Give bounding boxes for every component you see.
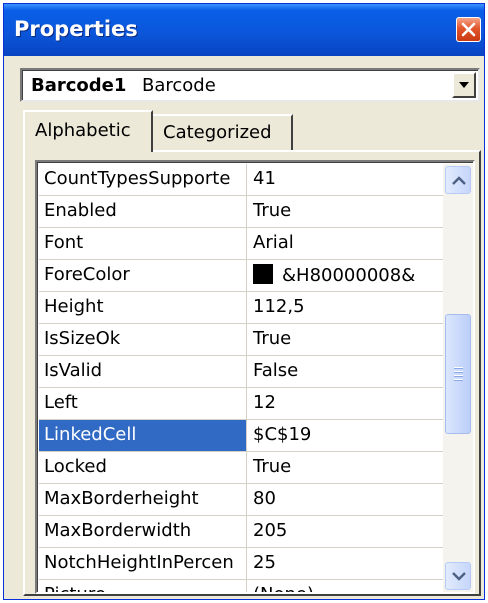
property-name[interactable]: LinkedCell xyxy=(39,420,247,451)
property-value[interactable]: True xyxy=(247,324,443,355)
chevron-down-icon xyxy=(459,82,469,88)
color-value-text: &H80000008& xyxy=(282,265,416,286)
property-row[interactable]: Left 12 xyxy=(39,388,443,420)
property-name[interactable]: Height xyxy=(39,292,247,323)
property-row[interactable]: Locked True xyxy=(39,452,443,484)
property-value[interactable]: Arial xyxy=(247,228,443,259)
object-selector[interactable]: Barcode1 Barcode xyxy=(20,68,480,102)
property-value[interactable]: 25 xyxy=(247,548,443,579)
property-name[interactable]: CountTypesSupporte xyxy=(39,164,247,195)
property-row[interactable]: Height 112,5 xyxy=(39,292,443,324)
property-name[interactable]: Enabled xyxy=(39,196,247,227)
property-value[interactable]: $C$19 xyxy=(247,420,443,451)
property-row[interactable]: ForeColor &H80000008& xyxy=(39,260,443,292)
property-value[interactable]: True xyxy=(247,196,443,227)
vertical-scrollbar[interactable] xyxy=(443,164,473,592)
property-name[interactable]: MaxBorderwidth xyxy=(39,516,247,547)
grip-line xyxy=(454,367,463,369)
scroll-thumb[interactable] xyxy=(445,314,471,434)
object-name: Barcode1 xyxy=(31,75,127,96)
dropdown-button[interactable] xyxy=(452,72,476,98)
title-bar[interactable]: Properties xyxy=(4,4,484,56)
property-grid: CountTypesSupporte 41 Enabled True Font … xyxy=(35,160,475,594)
property-row[interactable]: Enabled True xyxy=(39,196,443,228)
scroll-up-button[interactable] xyxy=(445,166,471,194)
property-value[interactable]: (None) xyxy=(247,580,443,592)
close-button[interactable] xyxy=(456,17,481,42)
property-row[interactable]: MaxBorderheight 80 xyxy=(39,484,443,516)
property-row[interactable]: MaxBorderwidth 205 xyxy=(39,516,443,548)
grip-line xyxy=(454,379,463,381)
property-row[interactable]: Picture (None) xyxy=(39,580,443,592)
tab-alphabetic[interactable]: Alphabetic xyxy=(23,110,153,152)
property-name[interactable]: MaxBorderheight xyxy=(39,484,247,515)
grip-line xyxy=(454,375,463,377)
property-row[interactable]: Font Arial xyxy=(39,228,443,260)
property-value-color[interactable]: &H80000008& xyxy=(247,260,443,291)
color-swatch xyxy=(253,264,273,284)
window-title: Properties xyxy=(14,17,138,41)
property-name[interactable]: Picture xyxy=(39,580,247,592)
chevron-up-icon xyxy=(452,176,466,185)
property-value[interactable]: 41 xyxy=(247,164,443,195)
object-type: Barcode xyxy=(142,75,216,96)
property-row-selected[interactable]: LinkedCell $C$19 xyxy=(39,420,443,452)
property-name[interactable]: Left xyxy=(39,388,247,419)
property-value[interactable]: False xyxy=(247,356,443,387)
properties-window: Properties Barcode1 Barcode Alphabetic C… xyxy=(3,3,485,600)
scroll-down-button[interactable] xyxy=(445,562,471,590)
property-value[interactable]: 80 xyxy=(247,484,443,515)
property-row[interactable]: CountTypesSupporte 41 xyxy=(39,164,443,196)
chevron-down-icon xyxy=(452,572,466,581)
property-row[interactable]: NotchHeightInPercen 25 xyxy=(39,548,443,580)
property-name[interactable]: Locked xyxy=(39,452,247,483)
property-row[interactable]: IsValid False xyxy=(39,356,443,388)
property-value[interactable]: 112,5 xyxy=(247,292,443,323)
property-name[interactable]: ForeColor xyxy=(39,260,247,291)
tab-categorized[interactable]: Categorized xyxy=(153,114,293,150)
property-value[interactable]: 205 xyxy=(247,516,443,547)
property-value[interactable]: 12 xyxy=(247,388,443,419)
property-name[interactable]: IsValid xyxy=(39,356,247,387)
property-list: CountTypesSupporte 41 Enabled True Font … xyxy=(39,164,443,592)
property-name[interactable]: Font xyxy=(39,228,247,259)
grip-line xyxy=(454,371,463,373)
tab-panel: CountTypesSupporte 41 Enabled True Font … xyxy=(23,150,481,596)
property-name[interactable]: NotchHeightInPercen xyxy=(39,548,247,579)
property-value[interactable]: True xyxy=(247,452,443,483)
property-row[interactable]: IsSizeOk True xyxy=(39,324,443,356)
property-name[interactable]: IsSizeOk xyxy=(39,324,247,355)
close-icon xyxy=(461,22,476,37)
